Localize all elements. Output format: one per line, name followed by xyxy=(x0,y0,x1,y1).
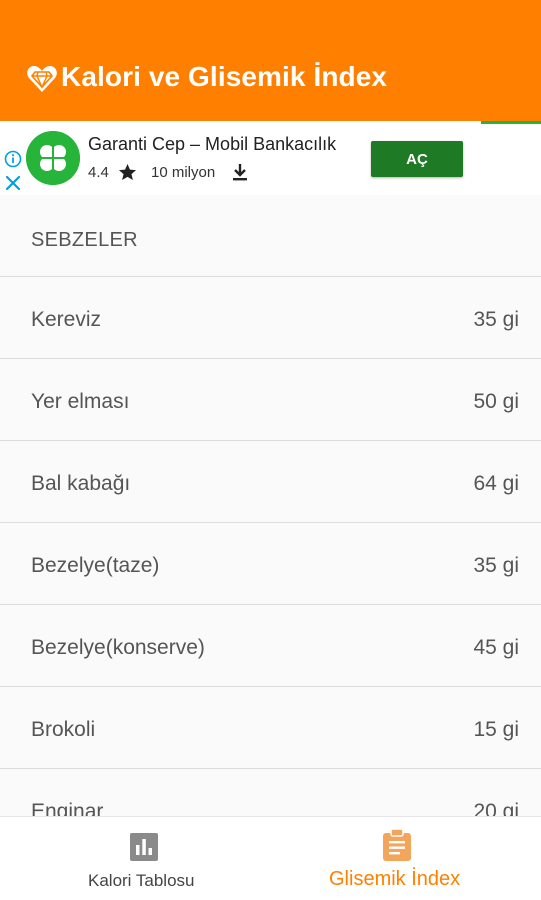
item-name: Bezelye(konserve) xyxy=(31,636,205,659)
item-name: Yer elması xyxy=(31,390,130,413)
heart-diamond-icon xyxy=(27,66,57,92)
item-value: 35 gi xyxy=(473,308,519,331)
item-name: Bal kabağı xyxy=(31,472,131,495)
item-value: 64 gi xyxy=(473,472,519,495)
list-item[interactable]: Bal kabağı 64 gi xyxy=(0,441,541,523)
section-title: SEBZELER xyxy=(31,229,138,251)
clover-icon[interactable] xyxy=(26,131,80,185)
nav-tab-glisemik-index[interactable]: Glisemik İndex xyxy=(271,817,541,900)
info-icon[interactable] xyxy=(4,150,22,168)
app-bar: Kalori ve Glisemik İndex xyxy=(0,0,541,121)
ad-rating: 4.4 xyxy=(88,164,109,181)
item-value: 50 gi xyxy=(473,390,519,413)
bottom-navigation: Kalori Tablosu Glisemik İndex xyxy=(0,816,541,900)
nav-label: Glisemik İndex xyxy=(329,868,461,890)
item-value: 45 gi xyxy=(473,636,519,659)
bar-chart-icon xyxy=(130,833,158,861)
food-list[interactable]: SEBZELER Kereviz 35 gi Yer elması 50 gi … xyxy=(0,195,541,816)
list-item[interactable]: Bezelye(taze) 35 gi xyxy=(0,523,541,605)
item-name: Enginar xyxy=(31,800,104,816)
nav-label: Kalori Tablosu xyxy=(88,871,195,890)
ad-progress-line xyxy=(481,121,541,124)
ad-open-button[interactable]: AÇ xyxy=(371,141,463,177)
item-name: Bezelye(taze) xyxy=(31,554,160,577)
item-value: 20 gi xyxy=(473,800,519,816)
nav-tab-kalori-tablosu[interactable]: Kalori Tablosu xyxy=(0,817,270,900)
section-header: SEBZELER xyxy=(0,195,541,277)
list-item[interactable]: Kereviz 35 gi xyxy=(0,277,541,359)
ad-downloads: 10 milyon xyxy=(151,164,216,181)
close-icon[interactable] xyxy=(5,175,21,191)
item-name: Kereviz xyxy=(31,308,102,331)
list-item[interactable]: Brokoli 15 gi xyxy=(0,687,541,769)
list-item[interactable]: Yer elması 50 gi xyxy=(0,359,541,441)
star-icon xyxy=(118,163,137,181)
item-value: 15 gi xyxy=(473,718,519,741)
item-name: Brokoli xyxy=(31,718,96,741)
page-title: Kalori ve Glisemik İndex xyxy=(61,61,388,92)
list-item[interactable]: Bezelye(konserve) 45 gi xyxy=(0,605,541,687)
list-item[interactable]: Enginar 20 gi xyxy=(0,769,541,816)
item-value: 35 gi xyxy=(473,554,519,577)
ad-app-name[interactable]: Garanti Cep – Mobil Bankacılık xyxy=(88,134,336,155)
download-icon xyxy=(233,164,247,181)
ad-banner[interactable]: Garanti Cep – Mobil Bankacılık 4.4 10 mi… xyxy=(0,121,541,195)
clipboard-icon xyxy=(383,829,411,861)
